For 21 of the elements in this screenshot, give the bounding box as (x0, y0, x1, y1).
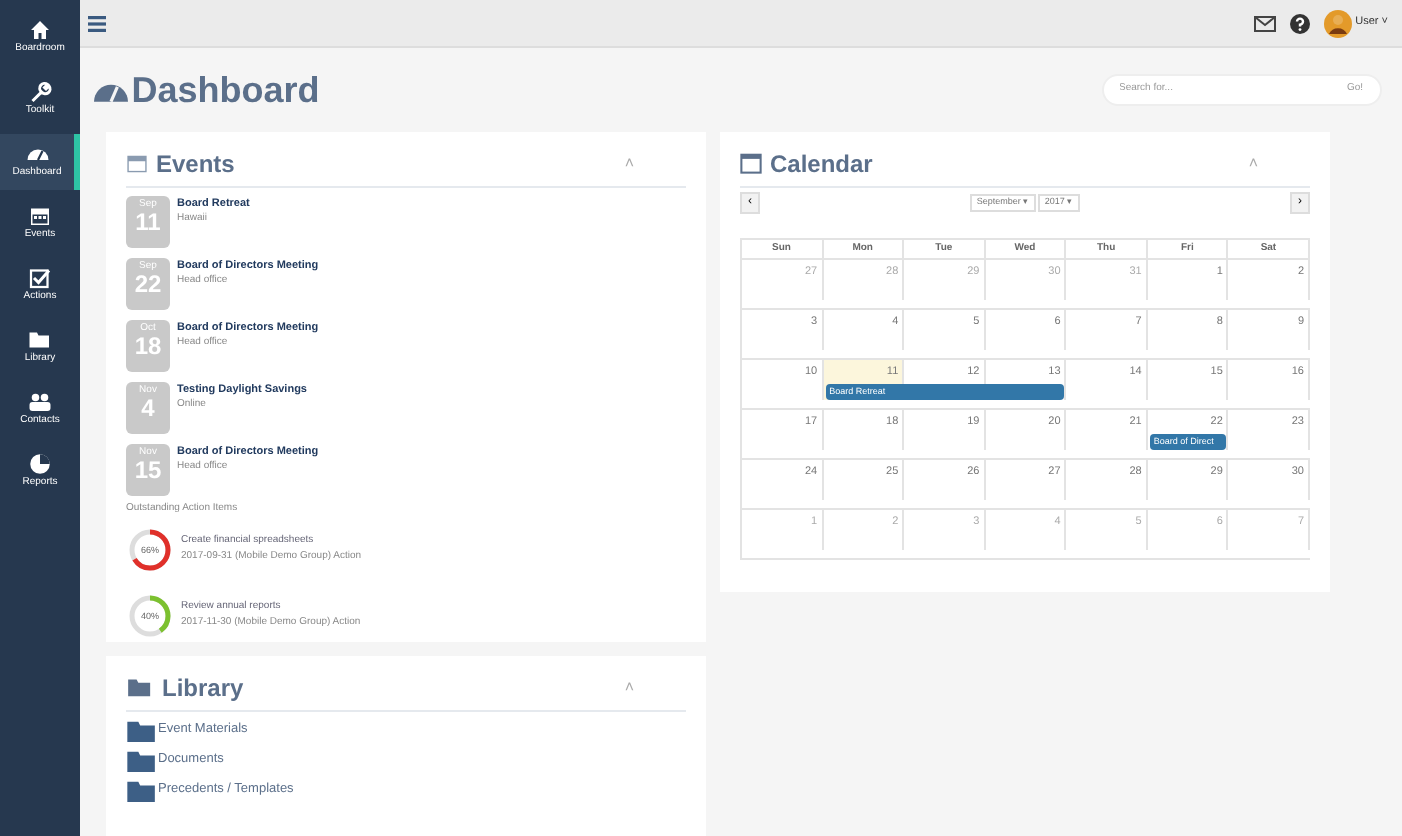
help-icon[interactable] (1289, 13, 1310, 33)
mail-icon[interactable] (1253, 15, 1276, 31)
checkbox-icon (28, 266, 52, 290)
calendar-icon (740, 152, 762, 174)
people-icon (28, 390, 52, 414)
folder-icon (126, 719, 158, 741)
calendar-icon (126, 153, 148, 173)
calendar-icon (28, 204, 52, 228)
events-heading: Events (156, 147, 235, 181)
page-title: Dashboard (131, 67, 320, 113)
wrench-icon (28, 80, 52, 104)
avatar-icon[interactable] (1323, 9, 1352, 37)
folder-icon (28, 328, 52, 352)
folder-icon (126, 779, 158, 801)
folder-icon (126, 676, 154, 698)
house-icon (28, 18, 52, 42)
library-heading: Library (162, 671, 244, 705)
pie-chart-icon (28, 452, 52, 476)
folder-icon (126, 749, 158, 771)
menu-icon[interactable] (87, 15, 105, 31)
calendar-heading: Calendar (770, 147, 873, 181)
